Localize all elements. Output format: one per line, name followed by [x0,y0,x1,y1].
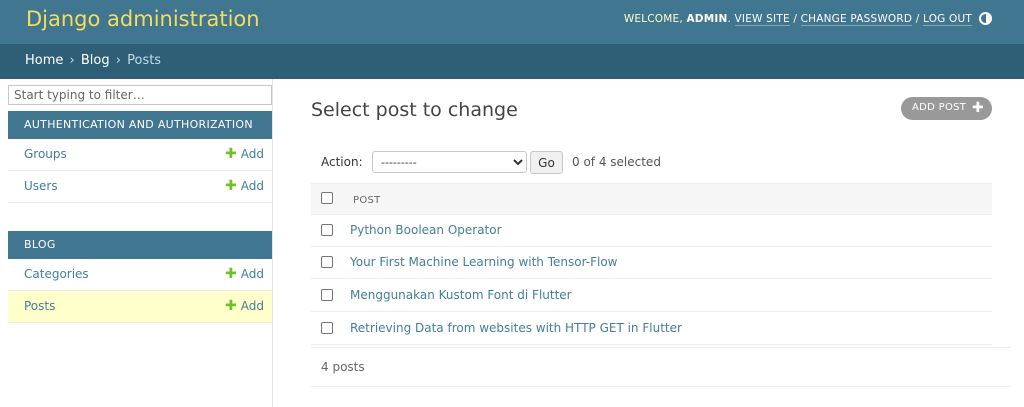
nav-sidebar: AUTHENTICATION AND AUTHORIZATION Groups … [0,79,273,407]
add-groups-button[interactable]: ✚ Add [225,146,264,162]
theme-toggle-icon[interactable] [979,12,992,25]
breadcrumb-separator: › [69,53,75,68]
sidebar-item-categories: Categories ✚ Add [8,259,272,291]
go-button[interactable]: Go [530,151,563,174]
breadcrumb-blog[interactable]: Blog [81,53,110,68]
actions-bar: Action: --------- Go 0 of 4 selected [321,151,1001,175]
selection-count: 0 of 4 selected [572,155,661,169]
table-row: Your First Machine Learning with Tensor-… [311,247,992,279]
add-label: Add [240,267,264,281]
table-header: POST [311,183,992,215]
action-label: Action: [321,155,363,169]
row-checkbox[interactable] [321,256,333,268]
table-row: Python Boolean Operator [311,215,992,247]
header: Django administration WELCOME, ADMIN. VI… [0,0,1024,44]
site-branding[interactable]: Django administration [26,7,260,31]
add-post-label: ADD POST [912,102,967,113]
post-link[interactable]: Python Boolean Operator [350,223,502,237]
add-label: Add [240,147,264,161]
post-link[interactable]: Your First Machine Learning with Tensor-… [350,255,618,269]
post-link[interactable]: Retrieving Data from websites with HTTP … [350,321,682,335]
model-link-posts[interactable]: Posts [24,299,55,313]
row-checkbox[interactable] [321,224,333,236]
add-label: Add [240,179,264,193]
breadcrumb: Home › Blog › Posts [0,44,1024,79]
row-checkbox[interactable] [321,289,333,301]
add-label: Add [240,299,264,313]
main-content: Select post to change ADD POST ✚ Action:… [311,79,1011,407]
model-link-categories[interactable]: Categories [24,267,89,281]
add-post-button[interactable]: ADD POST ✚ [901,97,992,120]
add-posts-button[interactable]: ✚ Add [225,298,264,314]
add-users-button[interactable]: ✚ Add [225,178,264,194]
post-link[interactable]: Menggunakan Kustom Font di Flutter [350,288,572,302]
user-tools: WELCOME, ADMIN. VIEW SITE / CHANGE PASSW… [623,13,972,26]
select-all-checkbox[interactable] [321,192,333,204]
paginator: 4 posts [311,347,1011,387]
page-title: Select post to change [311,99,518,121]
plus-icon: ✚ [225,178,237,194]
view-site-link[interactable]: VIEW SITE [734,13,790,26]
separator: / [912,13,924,25]
separator: / [789,13,801,25]
breadcrumb-separator: › [115,53,121,68]
plus-icon: ✚ [225,146,237,162]
sidebar-item-users: Users ✚ Add [8,171,272,203]
username: ADMIN [686,13,728,25]
change-password-link[interactable]: CHANGE PASSWORD [800,13,913,26]
plus-icon: ✚ [971,100,984,116]
sidebar-item-posts: Posts ✚ Add [8,291,272,323]
table-row: Retrieving Data from websites with HTTP … [311,313,992,345]
row-checkbox[interactable] [321,322,333,334]
table-row: Menggunakan Kustom Font di Flutter [311,280,992,312]
welcome-text: WELCOME, [623,13,683,25]
breadcrumb-home[interactable]: Home [25,53,63,68]
model-link-users[interactable]: Users [24,179,58,193]
add-categories-button[interactable]: ✚ Add [225,266,264,282]
app-caption-auth[interactable]: AUTHENTICATION AND AUTHORIZATION [8,111,272,139]
plus-icon: ✚ [225,266,237,282]
log-out-link[interactable]: LOG OUT [923,13,972,26]
nav-filter-input[interactable] [8,85,272,105]
model-link-groups[interactable]: Groups [24,147,67,161]
column-header-post[interactable]: POST [353,195,381,206]
breadcrumb-current: Posts [127,53,162,68]
action-select[interactable]: --------- [372,151,527,173]
app-caption-blog[interactable]: BLOG [8,231,272,259]
sidebar-item-groups: Groups ✚ Add [8,139,272,171]
plus-icon: ✚ [225,298,237,314]
